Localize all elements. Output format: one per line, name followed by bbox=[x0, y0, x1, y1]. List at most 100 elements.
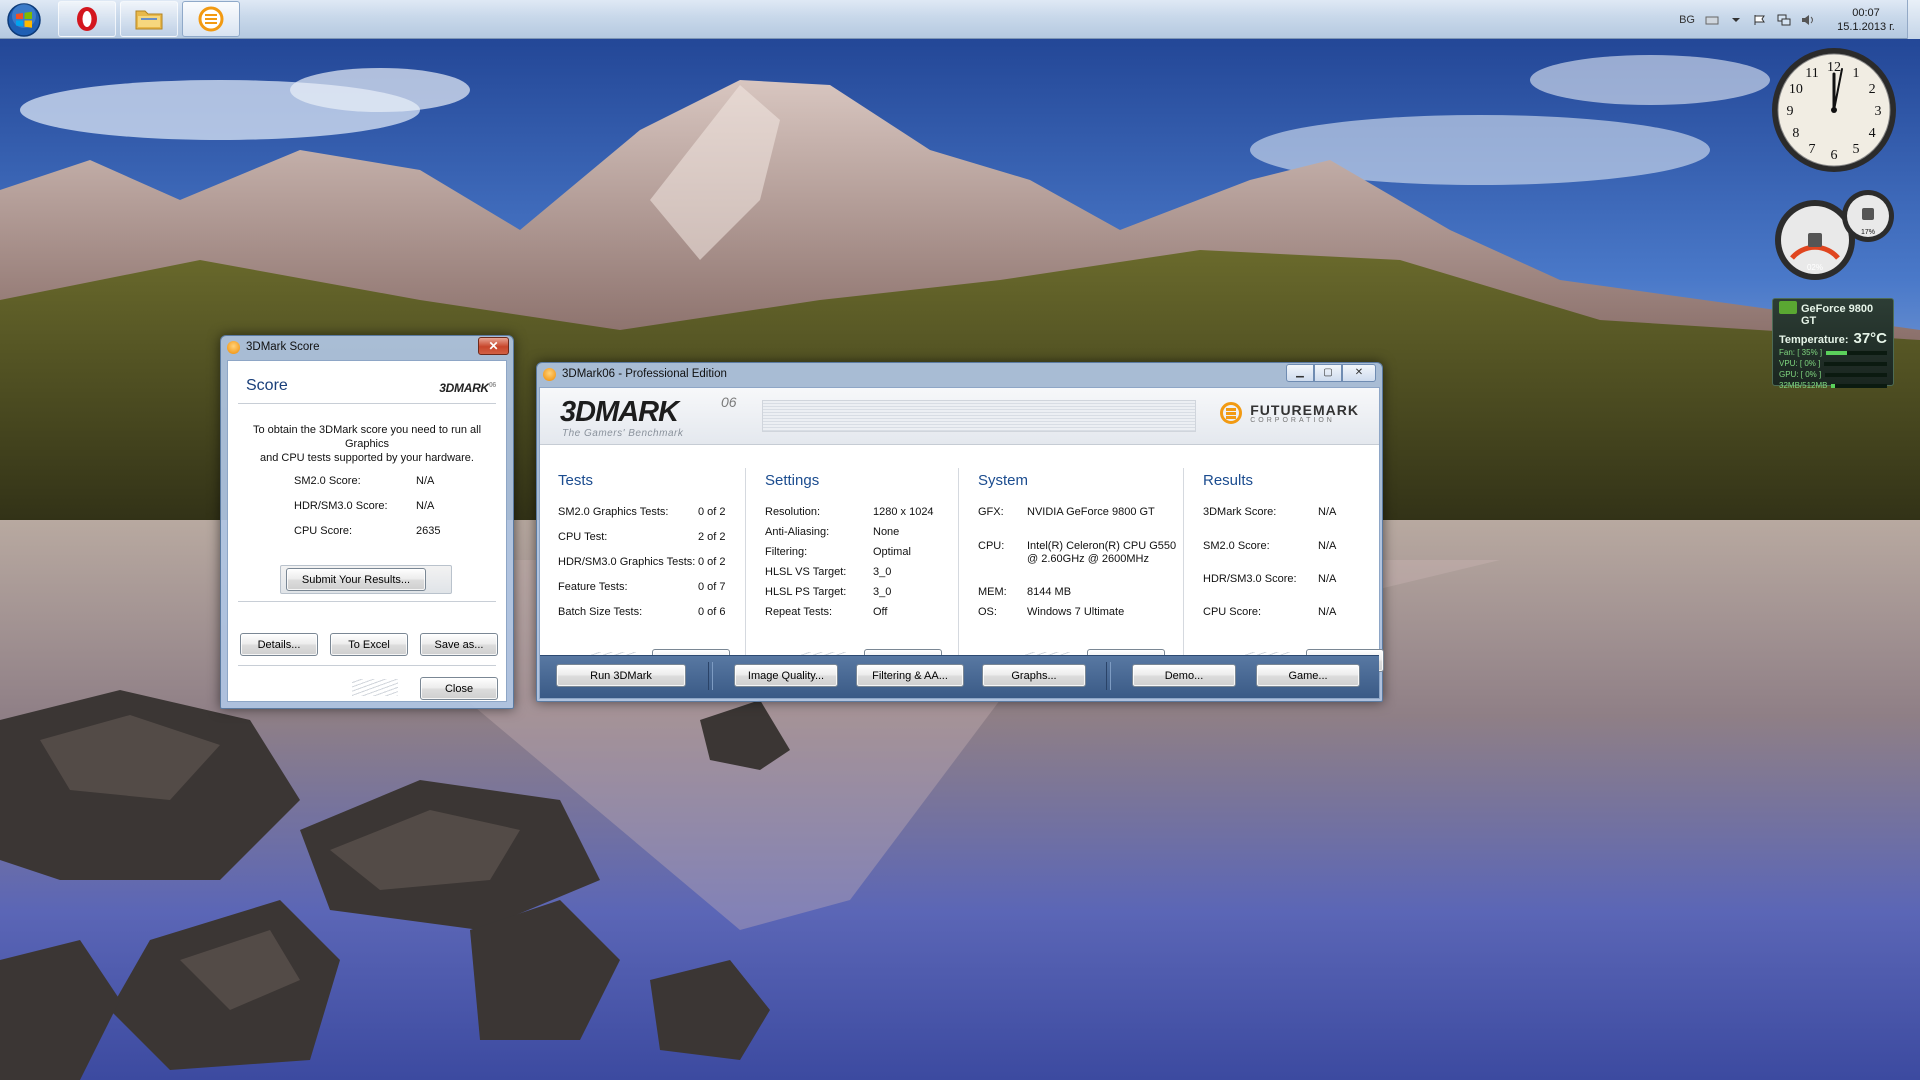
gpu-name: GeForce 9800 GT bbox=[1801, 303, 1874, 327]
filtering-aa-button[interactable]: Filtering & AA... bbox=[856, 664, 964, 687]
cpu-usage-label: 02% bbox=[1807, 263, 1823, 272]
column-divider bbox=[958, 468, 959, 658]
futuremark-app-icon bbox=[543, 367, 556, 381]
tests-row-value: 0 of 7 bbox=[698, 581, 726, 593]
3dmark-banner: 3DMARK 06 The Gamers' Benchmark FUTUREMA… bbox=[540, 388, 1379, 445]
3dmark-logo-version: 06 bbox=[721, 394, 737, 410]
action-bar: Run 3DMark Image Quality... Filtering & … bbox=[540, 655, 1379, 698]
close-icon[interactable]: ✕ bbox=[1342, 364, 1376, 382]
network-icon[interactable] bbox=[1777, 14, 1791, 26]
system-mem-value: 8144 MB bbox=[1027, 586, 1072, 598]
run-3dmark-button[interactable]: Run 3DMark bbox=[556, 664, 686, 687]
clock-numeral: 7 bbox=[1809, 142, 1816, 157]
system-cpu-value-line2: @ 2.60GHz @ 2600MHz bbox=[1027, 553, 1149, 565]
settings-row-label: HLSL PS Target: bbox=[765, 586, 847, 598]
decorative-stripes bbox=[352, 679, 398, 696]
tests-row-label: SM2.0 Graphics Tests: bbox=[558, 506, 669, 518]
language-indicator[interactable]: BG bbox=[1679, 14, 1695, 26]
taskbar-opera-button[interactable] bbox=[58, 1, 116, 37]
tests-row-value: 0 of 6 bbox=[698, 606, 726, 618]
demo-button[interactable]: Demo... bbox=[1132, 664, 1236, 687]
3dmark-tagline: The Gamers' Benchmark bbox=[562, 428, 684, 439]
clock-numeral: 11 bbox=[1805, 66, 1818, 81]
3dmark-logo: 3DMARK bbox=[560, 396, 679, 428]
close-button[interactable]: Close bbox=[420, 677, 498, 700]
taskbar-explorer-button[interactable] bbox=[120, 1, 178, 37]
gpu-vpu-stat: VPU: [ 0% ] bbox=[1779, 359, 1821, 368]
results-row-label: 3DMark Score: bbox=[1203, 506, 1277, 518]
results-row-label: HDR/SM3.0 Score: bbox=[1203, 573, 1297, 585]
keyboard-icon[interactable] bbox=[1705, 14, 1719, 26]
sm2-score-label: SM2.0 Score: bbox=[294, 475, 361, 487]
action-center-flag-icon[interactable] bbox=[1753, 14, 1767, 26]
gpu-fan-stat: Fan: [ 35% ] bbox=[1779, 348, 1823, 357]
settings-row-value: Optimal bbox=[873, 546, 911, 558]
score-intro-text: To obtain the 3DMark score you need to r… bbox=[252, 424, 482, 464]
taskbar-3dmark-button[interactable] bbox=[182, 1, 240, 37]
column-divider bbox=[1183, 468, 1184, 658]
volume-icon[interactable] bbox=[1801, 14, 1815, 26]
gpu-monitor-gadget[interactable]: GeForce 9800 GT Temperature: 37°C Fan: [… bbox=[1772, 298, 1894, 390]
hdr-sm3-score-value: N/A bbox=[416, 500, 435, 512]
futuremark-logo-icon bbox=[1220, 402, 1243, 424]
system-mem-label: MEM: bbox=[978, 586, 1007, 598]
taskbar-clock[interactable]: 00:07 15.1.2013 г. bbox=[1825, 6, 1907, 34]
settings-row-label: HLSL VS Target: bbox=[765, 566, 847, 578]
system-gfx-value: NVIDIA GeForce 9800 GT bbox=[1027, 506, 1155, 518]
score-heading: Score bbox=[246, 377, 288, 394]
save-as-button[interactable]: Save as... bbox=[420, 633, 498, 656]
results-row-label: CPU Score: bbox=[1203, 606, 1262, 618]
system-cpu-value-line1: Intel(R) Celeron(R) CPU G550 bbox=[1027, 540, 1177, 552]
settings-row-label: Resolution: bbox=[765, 506, 821, 518]
gpu-load-stat: GPU: [ 0% ] bbox=[1779, 370, 1822, 379]
image-quality-button[interactable]: Image Quality... bbox=[734, 664, 838, 687]
opera-icon bbox=[77, 7, 97, 31]
settings-heading: Settings bbox=[765, 472, 820, 489]
cpu-meter-gadget[interactable]: 02% 17% bbox=[1770, 188, 1900, 287]
cpu-score-label: CPU Score: bbox=[294, 525, 353, 537]
system-tray: BG 00:07 15.1.2013 г. bbox=[1679, 0, 1920, 39]
clock-numeral: 10 bbox=[1789, 82, 1803, 97]
folder-icon bbox=[135, 10, 163, 30]
system-os-label: OS: bbox=[978, 606, 997, 618]
minimize-icon[interactable]: ▁ bbox=[1286, 364, 1314, 382]
settings-row-value: None bbox=[873, 526, 900, 538]
tests-row-value: 0 of 2 bbox=[698, 506, 726, 518]
divider bbox=[238, 601, 496, 602]
results-row-label: SM2.0 Score: bbox=[1203, 540, 1270, 552]
clock-numeral: 4 bbox=[1869, 126, 1876, 141]
score-window-title: 3DMark Score bbox=[246, 341, 320, 353]
settings-row-value: 3_0 bbox=[873, 586, 892, 598]
maximize-icon[interactable]: ▢ bbox=[1314, 364, 1342, 382]
show-hidden-icons-chevron-icon[interactable] bbox=[1729, 14, 1743, 26]
main-window-titlebar[interactable]: 3DMark06 - Professional Edition ▁ ▢ ✕ bbox=[537, 363, 1382, 385]
start-button[interactable] bbox=[6, 2, 42, 38]
bar-separator bbox=[708, 662, 713, 690]
game-button[interactable]: Game... bbox=[1256, 664, 1360, 687]
show-desktop-button[interactable] bbox=[1907, 0, 1920, 39]
graphs-button[interactable]: Graphs... bbox=[982, 664, 1086, 687]
tests-row-label: Feature Tests: bbox=[558, 581, 628, 593]
main-window-client: 3DMARK 06 The Gamers' Benchmark FUTUREMA… bbox=[539, 387, 1384, 699]
settings-row-value: 3_0 bbox=[873, 566, 892, 578]
to-excel-button[interactable]: To Excel bbox=[330, 633, 408, 656]
divider bbox=[238, 665, 496, 666]
banner-decoration bbox=[762, 400, 1196, 432]
results-row-value: N/A bbox=[1318, 506, 1337, 518]
taskbar: BG 00:07 15.1.2013 г. bbox=[0, 0, 1920, 39]
settings-row-label: Anti-Aliasing: bbox=[765, 526, 830, 538]
submit-results-button[interactable]: Submit Your Results... bbox=[286, 568, 426, 591]
details-button[interactable]: Details... bbox=[240, 633, 318, 656]
futuremark-logo: FUTUREMARK CORPORATION bbox=[1220, 402, 1359, 424]
clock-numeral: 5 bbox=[1853, 142, 1860, 157]
main-window: 3DMark06 - Professional Edition ▁ ▢ ✕ 3D… bbox=[536, 362, 1384, 702]
clock-date: 15.1.2013 г. bbox=[1837, 20, 1895, 33]
score-window-client: Score 3DMARK06 To obtain the 3DMark scor… bbox=[227, 360, 507, 702]
divider bbox=[238, 403, 496, 404]
hdr-sm3-score-label: HDR/SM3.0 Score: bbox=[294, 500, 388, 512]
score-window-titlebar[interactable]: 3DMark Score ✕ bbox=[221, 336, 513, 358]
clock-gadget[interactable]: 12 1 2 3 4 5 6 7 8 9 10 11 bbox=[1770, 46, 1898, 177]
cpu-meter-dials: 02% 17% bbox=[1775, 190, 1894, 280]
settings-row-label: Filtering: bbox=[765, 546, 808, 558]
close-icon[interactable]: ✕ bbox=[478, 337, 509, 355]
